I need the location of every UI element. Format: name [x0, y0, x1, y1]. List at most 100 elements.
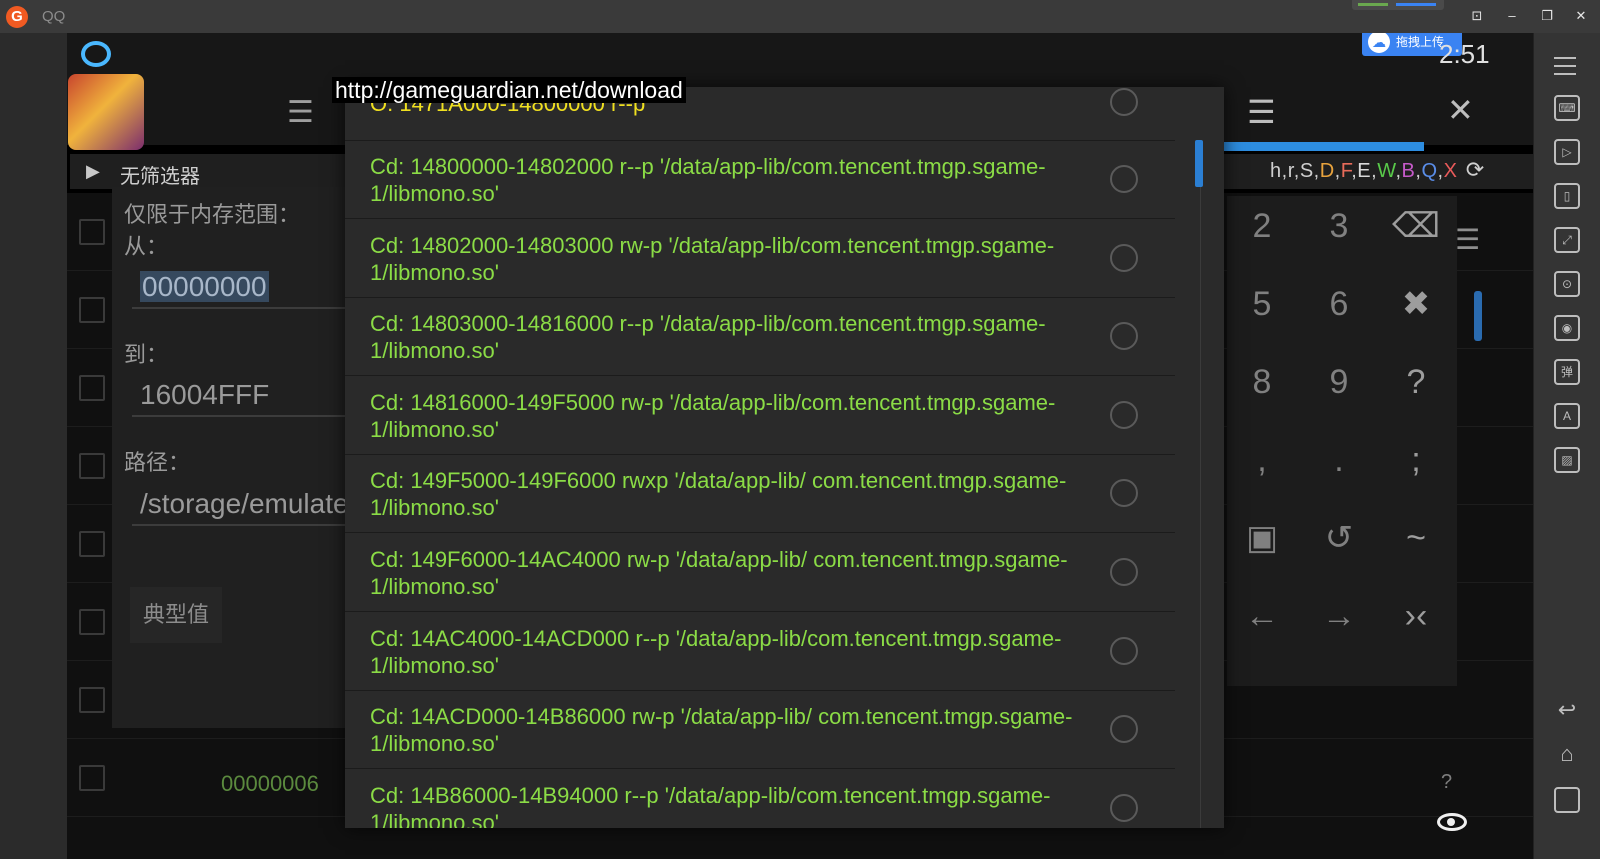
range-title: 仅限于内存范围：	[124, 202, 301, 227]
keypad-key[interactable]: ▣	[1227, 508, 1297, 568]
close-window-button[interactable]: ✕	[1570, 6, 1592, 26]
region-text: Cd: 149F5000-149F6000 rwxp '/data/app-li…	[370, 468, 1067, 521]
dialog-scrollbar-thumb[interactable]	[1195, 140, 1203, 187]
path-input[interactable]: /storage/emulated/0	[132, 482, 352, 526]
status-time: 2:51	[1439, 39, 1490, 69]
screenshot-icon[interactable]: ▨	[1554, 447, 1580, 473]
keypad-key[interactable]: ?	[1381, 352, 1451, 412]
keypad-key[interactable]: ✖	[1381, 274, 1451, 334]
region-radio[interactable]	[1110, 322, 1138, 351]
keypad-key[interactable]: 2	[1227, 196, 1297, 256]
region-radio[interactable]	[1110, 636, 1138, 665]
menu-icon-line	[1554, 73, 1576, 75]
typical-values-button[interactable]: 典型值	[130, 587, 222, 643]
menu-icon[interactable]	[1554, 57, 1576, 59]
region-text: Cd: 14803000-14816000 r--p '/data/app-li…	[370, 311, 1046, 364]
play-icon[interactable]: ▶	[86, 161, 112, 183]
window-menu-button[interactable]: ⊡	[1466, 6, 1488, 26]
result-checkbox[interactable]	[79, 609, 105, 635]
region-item[interactable]: Cd: 14800000-14802000 r--p '/data/app-li…	[345, 141, 1175, 219]
keypad-key[interactable]: →	[1304, 586, 1374, 646]
region-radio[interactable]	[1110, 88, 1138, 116]
keypad-key[interactable]: 5	[1227, 274, 1297, 334]
keypad-key[interactable]: ⌫	[1381, 196, 1451, 256]
home-icon[interactable]: ⌂	[1554, 743, 1580, 769]
video-play-icon[interactable]: ▷	[1554, 139, 1580, 165]
app-logo-icon: G	[6, 6, 28, 28]
region-item[interactable]: Cd: 149F6000-14AC4000 rw-p '/data/app-li…	[345, 534, 1175, 612]
result-checkbox[interactable]	[79, 531, 105, 557]
region-radio[interactable]	[1110, 558, 1138, 586]
from-input[interactable]: 00000000	[132, 265, 352, 309]
region-item[interactable]: Cd: 14803000-14816000 r--p '/data/app-li…	[345, 298, 1175, 377]
close-icon[interactable]: ✕	[1447, 91, 1474, 129]
recent-apps-icon[interactable]	[1554, 787, 1580, 813]
fullscreen-icon[interactable]: ⤢	[1554, 227, 1580, 253]
location-icon[interactable]: ⊙	[1554, 271, 1580, 297]
record-icon[interactable]: ◉	[1554, 315, 1580, 341]
keypad-key[interactable]: 9	[1304, 352, 1374, 412]
region-item[interactable]: Cd: 14802000-14803000 rw-p '/data/app-li…	[345, 220, 1175, 298]
window-title: QQ	[42, 8, 66, 25]
region-radio[interactable]	[1110, 715, 1138, 744]
type-flag: X	[1443, 160, 1458, 182]
memory-region-dialog: O: 1471A000-14800000 r--p Cd: 14800000-1…	[345, 87, 1224, 828]
type-flag: h	[1270, 160, 1282, 182]
progress-bar	[1222, 142, 1424, 151]
shake-icon[interactable]: ▯	[1554, 183, 1580, 209]
keypad-key[interactable]: ←	[1227, 586, 1297, 646]
help-icon[interactable]: ?	[1441, 771, 1452, 794]
type-flags[interactable]: h,r,S,D,F,E,W,B,Q,X	[1270, 160, 1457, 183]
region-radio[interactable]	[1110, 793, 1138, 822]
filter-settings-icon[interactable]: ☰	[287, 95, 314, 130]
type-flag: S	[1299, 160, 1314, 182]
keyboard-icon[interactable]: ⌨	[1554, 95, 1580, 121]
keypad-key[interactable]: ;	[1381, 430, 1451, 490]
list-scrollbar[interactable]	[1474, 291, 1482, 341]
from-value: 00000000	[140, 271, 269, 302]
keypad-key[interactable]: 6	[1304, 274, 1374, 334]
result-checkbox[interactable]	[79, 219, 105, 245]
result-checkbox[interactable]	[79, 297, 105, 323]
result-checkbox[interactable]	[79, 765, 105, 791]
region-text: Cd: 14800000-14802000 r--p '/data/app-li…	[370, 154, 1046, 206]
region-item[interactable]: Cd: 14B86000-14B94000 r--p '/data/app-li…	[345, 770, 1175, 828]
keypad-key[interactable]: .	[1304, 430, 1374, 490]
menu-icon[interactable]: ☰	[1455, 223, 1480, 256]
apk-install-icon[interactable]: A	[1554, 403, 1580, 429]
result-checkbox[interactable]	[79, 687, 105, 713]
to-input[interactable]: 16004FFF	[132, 373, 352, 417]
result-checkbox[interactable]	[79, 453, 105, 479]
barrage-icon[interactable]: 弹	[1554, 359, 1580, 385]
upload-label: 拖拽上传	[1396, 35, 1445, 49]
menu-icon-line	[1554, 65, 1576, 67]
keypad-key[interactable]: ↺	[1304, 508, 1374, 568]
restore-button[interactable]: ❐	[1536, 6, 1558, 26]
region-item[interactable]: Cd: 14AC4000-14ACD000 r--p '/data/app-li…	[345, 613, 1175, 691]
region-item[interactable]: Cd: 14816000-149F5000 rw-p '/data/app-li…	[345, 377, 1175, 455]
region-radio[interactable]	[1110, 165, 1138, 193]
keypad-key[interactable]: ,	[1227, 430, 1297, 490]
keypad-key[interactable]: ›‹	[1381, 586, 1451, 646]
keypad-key[interactable]: 8	[1227, 352, 1297, 412]
keypad-key[interactable]: ~	[1381, 508, 1451, 568]
keypad-key[interactable]: 3	[1304, 196, 1374, 256]
region-item[interactable]: Cd: 149F5000-149F6000 rwxp '/data/app-li…	[345, 455, 1175, 534]
region-item[interactable]: Cd: 14ACD000-14B86000 rw-p '/data/app-li…	[345, 691, 1175, 770]
eye-icon[interactable]	[1437, 813, 1467, 831]
game-avatar-icon[interactable]	[68, 74, 144, 150]
type-flag: F	[1340, 160, 1352, 182]
dialog-scrollbar-track	[1200, 187, 1201, 828]
region-radio[interactable]	[1110, 400, 1138, 429]
minimize-button[interactable]: –	[1501, 6, 1523, 26]
result-checkbox[interactable]	[79, 375, 105, 401]
region-radio[interactable]	[1110, 479, 1138, 508]
list-icon[interactable]: ☰	[1247, 93, 1276, 131]
back-icon[interactable]: ↩	[1554, 699, 1580, 725]
region-radio[interactable]	[1110, 243, 1138, 272]
region-text: Cd: 14B86000-14B94000 r--p '/data/app-li…	[370, 782, 1051, 828]
type-flag: E	[1357, 160, 1372, 182]
filter-label[interactable]: 无筛选器	[120, 160, 200, 189]
refresh-icon[interactable]: ⟳	[1460, 157, 1490, 187]
path-label: 路径：	[124, 450, 191, 475]
